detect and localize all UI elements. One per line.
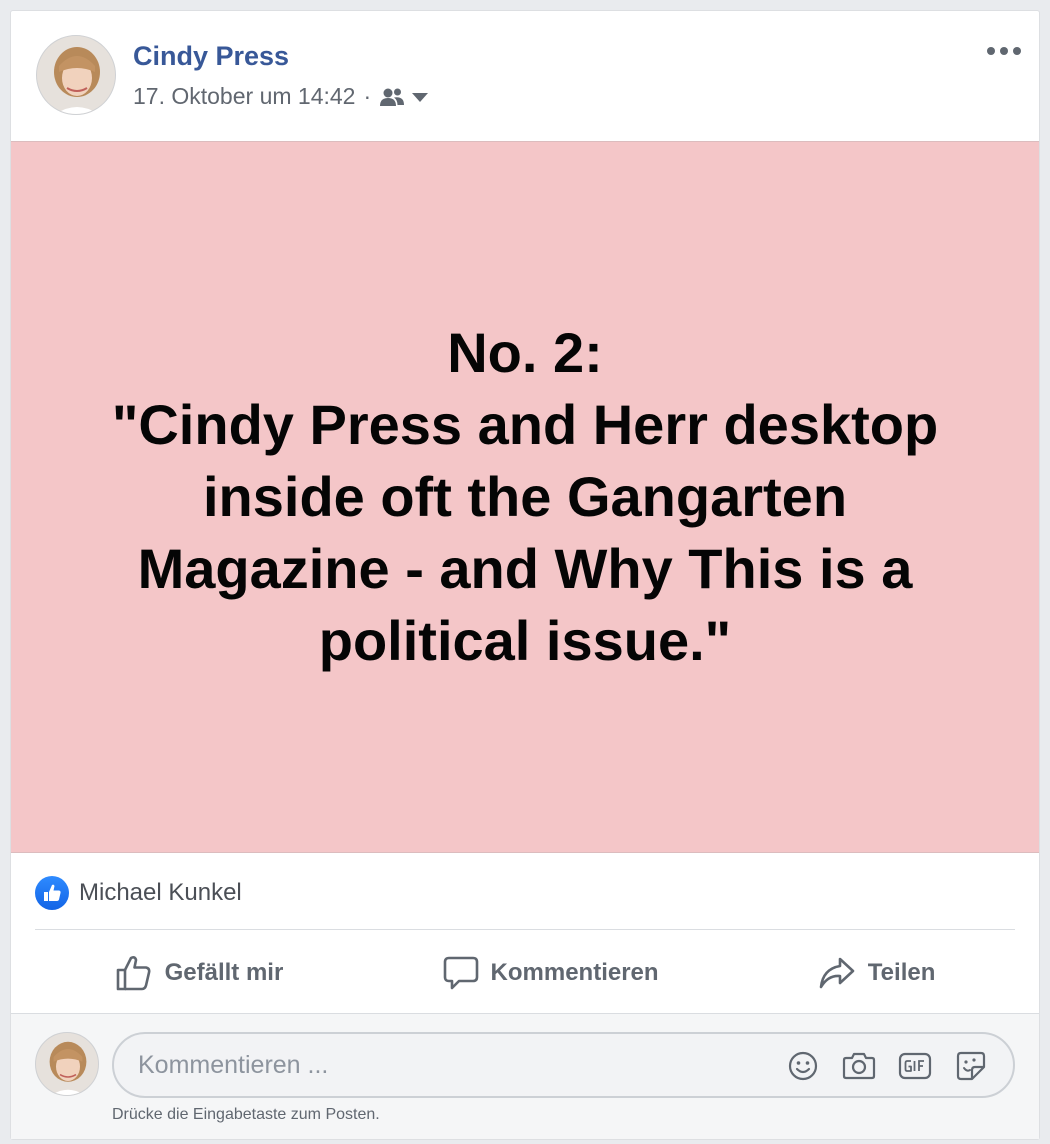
comment-input[interactable] bbox=[138, 1034, 758, 1096]
composer-icons bbox=[785, 1048, 989, 1084]
author-name[interactable]: Cindy Press bbox=[133, 41, 289, 72]
reactions-summary[interactable]: Michael Kunkel bbox=[35, 873, 242, 913]
post-header: Cindy Press 17. Oktober um 14:42 · bbox=[11, 11, 1039, 141]
gif-icon[interactable] bbox=[897, 1048, 933, 1084]
more-options-button[interactable] bbox=[987, 41, 1021, 61]
emoji-icon[interactable] bbox=[785, 1048, 821, 1084]
friends-icon[interactable] bbox=[379, 87, 429, 107]
comment-label: Kommentieren bbox=[490, 959, 659, 986]
user-avatar[interactable] bbox=[35, 1032, 99, 1096]
post-card: Cindy Press 17. Oktober um 14:42 · No. 2… bbox=[10, 10, 1040, 1140]
post-text: No. 2: "Cindy Press and Herr desktop ins… bbox=[111, 321, 939, 672]
chevron-down-icon bbox=[412, 92, 429, 102]
camera-icon[interactable] bbox=[841, 1048, 877, 1084]
author-avatar[interactable] bbox=[36, 35, 116, 115]
like-label: Gefällt mir bbox=[164, 959, 284, 986]
comment-box bbox=[112, 1032, 1015, 1098]
thumbs-up-icon bbox=[116, 956, 151, 991]
reactor-names[interactable]: Michael Kunkel bbox=[79, 879, 242, 907]
share-button[interactable]: Teilen bbox=[800, 947, 954, 999]
comment-button[interactable]: Kommentieren bbox=[425, 947, 677, 999]
divider bbox=[35, 929, 1015, 930]
sticker-icon[interactable] bbox=[953, 1048, 989, 1084]
like-button[interactable]: Gefällt mir bbox=[97, 946, 302, 1000]
meta-separator: · bbox=[363, 83, 372, 109]
comment-composer: Drücke die Eingabetaste zum Posten. bbox=[11, 1013, 1039, 1139]
comment-icon bbox=[443, 956, 478, 990]
share-label: Teilen bbox=[867, 959, 936, 986]
action-bar: Gefällt mir Kommentieren Teilen bbox=[35, 941, 1015, 1005]
like-icon bbox=[35, 876, 69, 910]
share-arrow-icon bbox=[819, 957, 855, 989]
post-timestamp[interactable]: 17. Oktober um 14:42 bbox=[133, 83, 355, 110]
post-hint: Drücke die Eingabetaste zum Posten. bbox=[112, 1106, 380, 1123]
post-meta: 17. Oktober um 14:42 · bbox=[133, 83, 429, 110]
post-background: No. 2: "Cindy Press and Herr desktop ins… bbox=[11, 141, 1039, 853]
